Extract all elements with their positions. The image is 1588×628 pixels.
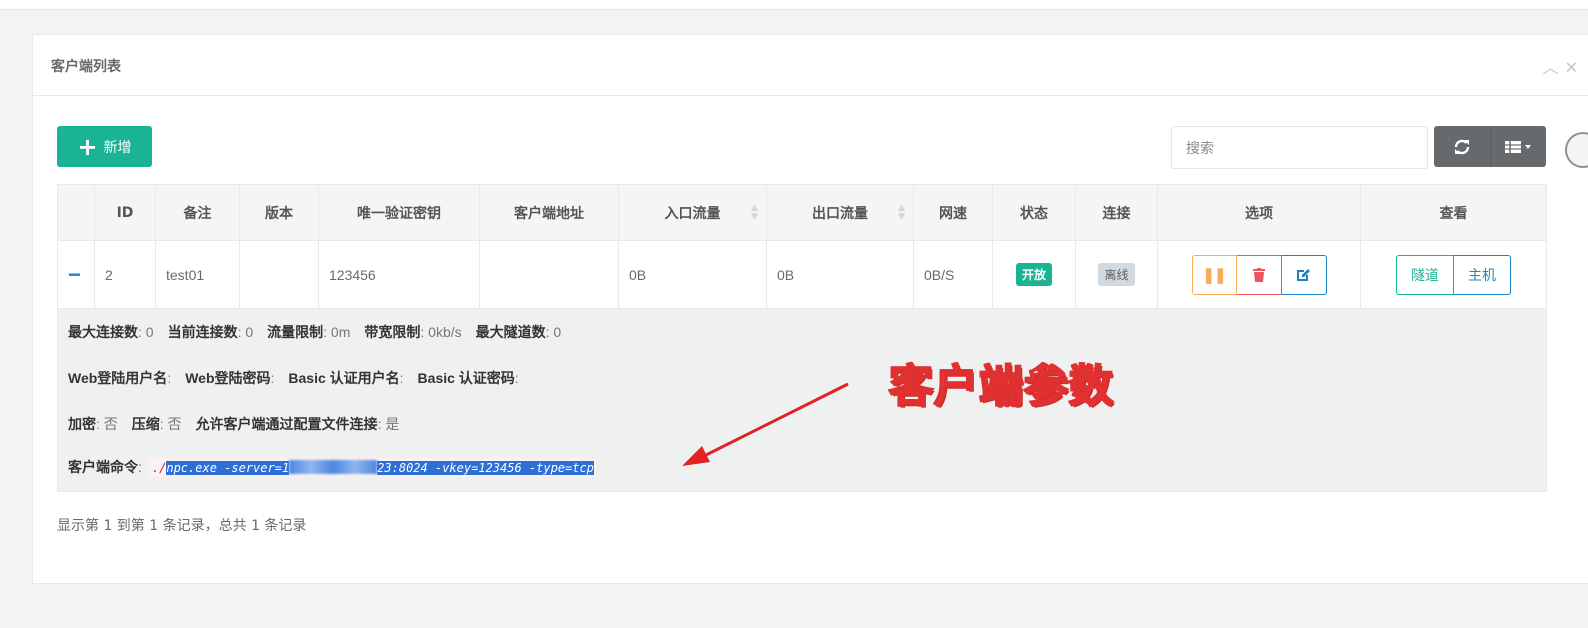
- options-button-group: ❚❚: [1191, 254, 1327, 295]
- col-header-address[interactable]: 客户端地址: [479, 184, 619, 241]
- detail-line-command: 客户端命令: ./npc.exe -server=1 23:8024 -vkey=1…: [68, 457, 596, 477]
- table-row: − 2 test01 123456 0B 0B 0B/S 开放 离线 ❚❚ 隧道…: [57, 240, 1547, 309]
- command-label: 客户端命令: [68, 459, 138, 475]
- edit-icon: [1297, 269, 1310, 281]
- compress-label: 压缩: [131, 416, 160, 432]
- max-tunnel-label: 最大隧道数: [475, 324, 546, 340]
- columns-dropdown-button[interactable]: [1491, 126, 1547, 167]
- add-button-label: 新增: [103, 139, 132, 156]
- crypt-label: 加密: [68, 416, 96, 432]
- detail-line-flags: 加密: 否压缩: 否允许客户端通过配置文件连接: 是: [68, 414, 413, 434]
- top-strip: [0, 0, 1588, 10]
- view-tunnel-button[interactable]: 隧道: [1396, 254, 1454, 295]
- basic-pass-label: Basic 认证密码: [417, 370, 515, 386]
- cell-vkey: 123456: [318, 240, 480, 309]
- basic-user-label: Basic 认证用户名: [288, 370, 400, 386]
- refresh-icon: [1454, 139, 1469, 154]
- rate-limit-label: 带宽限制: [364, 324, 421, 340]
- col-header-options: 选项: [1157, 184, 1361, 241]
- cell-version: [239, 240, 319, 309]
- max-conn-value: : 0: [138, 324, 154, 340]
- redacted-ip: [289, 460, 378, 474]
- add-button[interactable]: + 新增: [57, 126, 152, 167]
- web-user-value: :: [167, 370, 172, 386]
- sort-icon: ▲ ▼: [898, 203, 905, 222]
- col-header-view: 查看: [1360, 184, 1547, 241]
- config-conn-label: 允许客户端通过配置文件连接: [195, 416, 378, 432]
- col-header-expand: [57, 184, 95, 241]
- col-header-status[interactable]: 状态: [992, 184, 1076, 241]
- table-toolbar: [1434, 126, 1546, 167]
- command-selected-part1: npc.exe -server=1: [166, 461, 290, 475]
- status-badge: 开放: [1015, 263, 1052, 286]
- max-conn-label: 最大连接数: [68, 324, 138, 340]
- detail-row: 最大连接数: 0 当前连接数: 0 流量限制: 0m 带宽限制: 0kb/s 最大隧道数…: [57, 308, 1547, 492]
- cell-in-flow: 0B: [618, 240, 767, 309]
- cell-options: ❚❚: [1157, 240, 1361, 309]
- cell-speed: 0B/S: [913, 240, 993, 309]
- basic-pass-value: :: [514, 370, 519, 386]
- cell-connection: 离线: [1075, 240, 1158, 309]
- cur-conn-value: : 0: [237, 324, 254, 340]
- floating-circle-button[interactable]: [1565, 132, 1588, 168]
- col-header-remark[interactable]: 备注: [155, 184, 240, 241]
- detail-cell: 最大连接数: 0 当前连接数: 0 流量限制: 0m 带宽限制: 0kb/s 最大隧道数…: [57, 308, 1547, 492]
- sort-icon: ▲ ▼: [751, 203, 758, 222]
- client-command[interactable]: ./npc.exe -server=1 23:8024 -vkey=123456 …: [147, 458, 596, 477]
- annotation-label: 客户端参数: [888, 360, 1114, 413]
- search-input[interactable]: [1171, 126, 1428, 169]
- detail-line-limits: 最大连接数: 0 当前连接数: 0 流量限制: 0m 带宽限制: 0kb/s 最大隧道数…: [68, 322, 575, 342]
- max-tunnel-value: : 0: [545, 324, 562, 340]
- pause-icon: ❚❚: [1202, 266, 1226, 284]
- col-header-id[interactable]: ID: [94, 184, 156, 241]
- flow-limit-value: : 0m: [323, 324, 351, 340]
- cell-out-flow: 0B: [766, 240, 914, 309]
- delete-button[interactable]: [1236, 254, 1282, 295]
- plus-icon: +: [77, 132, 98, 161]
- col-header-in-flow-label: 入口流量: [664, 205, 721, 222]
- panel-body: + 新增 ID 备注 版本 唯一验证密钥 客户端地址: [32, 34, 1588, 584]
- col-header-out-flow[interactable]: 出口流量 ▲ ▼: [766, 184, 914, 241]
- cell-remark: test01: [155, 240, 240, 309]
- config-conn-value: : 是: [377, 416, 400, 432]
- col-header-in-flow[interactable]: 入口流量 ▲ ▼: [618, 184, 767, 241]
- detail-line-auth: Web登陆用户名: Web登陆密码: Basic 认证用户名: Basic 认证密码:: [68, 368, 533, 388]
- basic-user-value: :: [399, 370, 404, 386]
- command-colon: :: [138, 459, 142, 475]
- col-header-version[interactable]: 版本: [239, 184, 319, 241]
- table-header-row: ID 备注 版本 唯一验证密钥 客户端地址 入口流量 ▲ ▼ 出口流量 ▲ ▼ 网速 状…: [57, 184, 1547, 241]
- collapse-row-icon[interactable]: −: [68, 262, 81, 287]
- cell-view: 隧道 主机: [1360, 240, 1547, 309]
- command-prefix: ./: [151, 461, 167, 475]
- edit-button[interactable]: [1281, 254, 1327, 295]
- web-pass-label: Web登陆密码: [185, 370, 271, 386]
- trash-icon: [1252, 267, 1265, 282]
- pause-button[interactable]: ❚❚: [1191, 254, 1237, 295]
- cur-conn-label: 当前连接数: [167, 324, 238, 340]
- refresh-button[interactable]: [1434, 126, 1491, 167]
- col-header-speed[interactable]: 网速: [913, 184, 993, 241]
- columns-icon: [1505, 140, 1532, 153]
- col-header-out-flow-label: 出口流量: [812, 205, 868, 222]
- crypt-value: : 否: [96, 416, 118, 432]
- connection-badge: 离线: [1098, 263, 1135, 286]
- cell-status: 开放: [992, 240, 1076, 309]
- col-header-vkey[interactable]: 唯一验证密钥: [318, 184, 480, 241]
- web-pass-value: :: [270, 370, 275, 386]
- pagination-info: 显示第 1 到第 1 条记录，总共 1 条记录: [57, 518, 307, 534]
- command-selected-part2: 23:8024 -vkey=123456 -type=tcp: [377, 461, 594, 475]
- expand-cell[interactable]: −: [57, 240, 95, 309]
- web-user-label: Web登陆用户名: [68, 370, 168, 386]
- compress-value: : 否: [159, 416, 182, 432]
- rate-limit-value: : 0kb/s: [420, 324, 462, 340]
- client-table: ID 备注 版本 唯一验证密钥 客户端地址 入口流量 ▲ ▼ 出口流量 ▲ ▼ 网速 状…: [57, 184, 1547, 492]
- flow-limit-label: 流量限制: [267, 324, 324, 340]
- cell-id: 2: [94, 240, 156, 309]
- col-header-connection[interactable]: 连接: [1075, 184, 1158, 241]
- view-button-group: 隧道 主机: [1396, 254, 1511, 295]
- cell-address: [479, 240, 619, 309]
- view-host-button[interactable]: 主机: [1454, 254, 1511, 295]
